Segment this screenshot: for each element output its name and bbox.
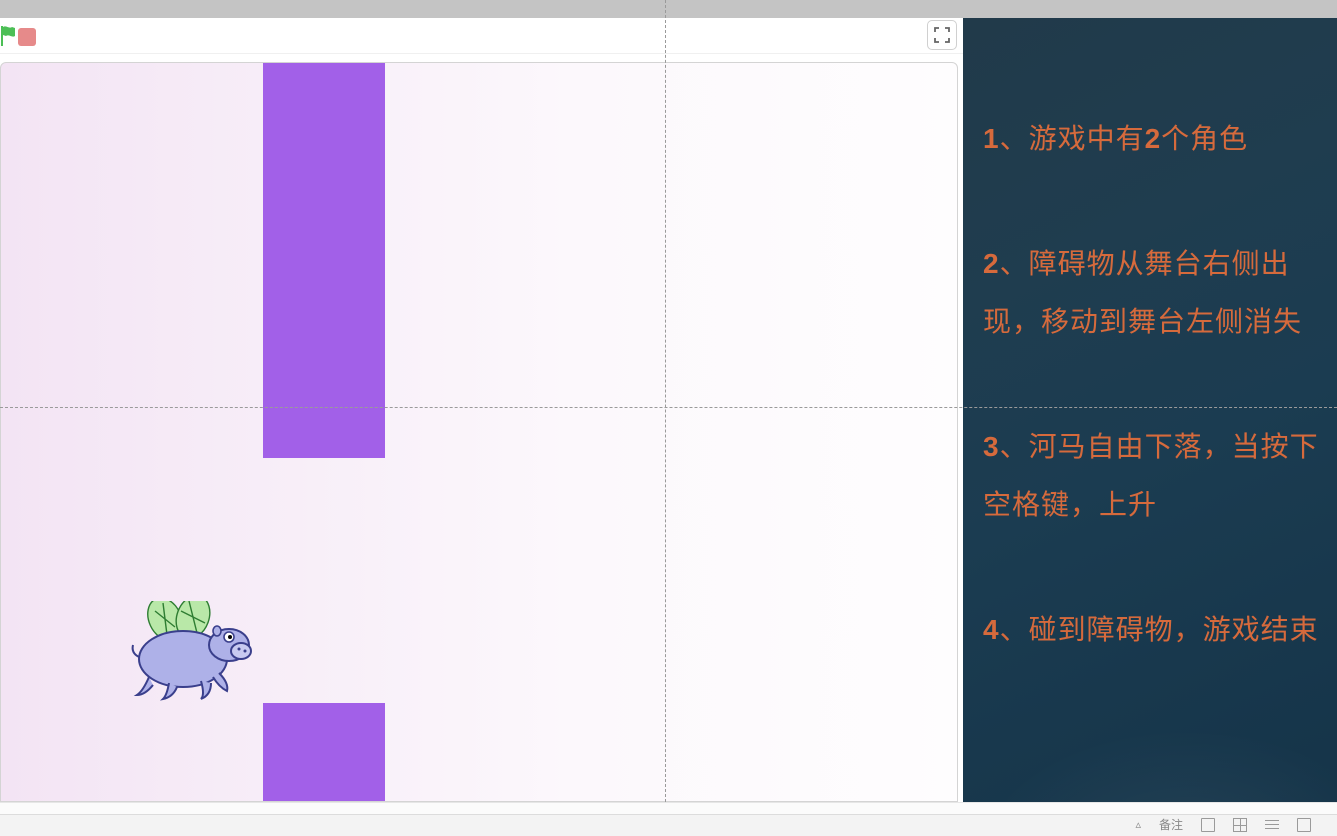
instruction-item: 4、碰到障碍物，游戏结束 bbox=[983, 601, 1328, 658]
green-flag-button[interactable] bbox=[0, 26, 18, 46]
vertical-guide-line bbox=[665, 0, 666, 802]
view-sorter-icon[interactable] bbox=[1233, 818, 1247, 832]
hippo-sprite[interactable] bbox=[129, 601, 253, 701]
notes-label[interactable]: 备注 bbox=[1159, 816, 1183, 833]
instruction-item: 3、河马自由下落，当按下空格键，上升 bbox=[983, 418, 1328, 533]
instruction-number: 4 bbox=[983, 614, 1000, 645]
instruction-highlight: 2 bbox=[1145, 123, 1162, 154]
top-border-strip bbox=[0, 0, 1337, 18]
bottom-spacer bbox=[0, 802, 1337, 814]
instruction-text-before: 、游戏中有 bbox=[1000, 123, 1145, 154]
view-slideshow-icon[interactable] bbox=[1297, 818, 1311, 832]
stop-button[interactable] bbox=[18, 28, 36, 46]
obstacle-pipe-bottom bbox=[263, 703, 385, 802]
obstacle-pipe-top bbox=[263, 63, 385, 458]
presentation-slide: 1、游戏中有2个角色 2、障碍物从舞台右侧出现，移动到舞台左侧消失 3、河马自由… bbox=[0, 0, 1337, 836]
stage-canvas[interactable] bbox=[0, 62, 958, 802]
instruction-text-after: 个角色 bbox=[1161, 123, 1248, 154]
horizontal-guide-line bbox=[0, 407, 1337, 408]
view-normal-icon[interactable] bbox=[1201, 818, 1215, 832]
instruction-number: 1 bbox=[983, 123, 1000, 154]
caret-up-icon[interactable]: ▵ bbox=[1135, 818, 1141, 831]
status-bar-right: ▵ 备注 bbox=[1135, 816, 1311, 833]
status-bar: ▵ 备注 bbox=[0, 814, 1337, 836]
stage-toolbar bbox=[0, 18, 963, 54]
instruction-text: 、碰到障碍物，游戏结束 bbox=[1000, 614, 1319, 645]
instruction-text: 、障碍物从舞台右侧出现，移动到舞台左侧消失 bbox=[983, 248, 1302, 336]
instructions-list: 1、游戏中有2个角色 2、障碍物从舞台右侧出现，移动到舞台左侧消失 3、河马自由… bbox=[983, 110, 1328, 726]
instructions-panel: 1、游戏中有2个角色 2、障碍物从舞台右侧出现，移动到舞台左侧消失 3、河马自由… bbox=[963, 18, 1337, 802]
instruction-number: 2 bbox=[983, 248, 1000, 279]
instruction-item: 1、游戏中有2个角色 bbox=[983, 110, 1328, 167]
view-reading-icon[interactable] bbox=[1265, 820, 1279, 830]
instruction-text: 、河马自由下落，当按下空格键，上升 bbox=[983, 431, 1319, 519]
scratch-stage-panel bbox=[0, 18, 963, 802]
instruction-item: 2、障碍物从舞台右侧出现，移动到舞台左侧消失 bbox=[983, 235, 1328, 350]
instruction-number: 3 bbox=[983, 431, 1000, 462]
fullscreen-button[interactable] bbox=[927, 20, 957, 50]
